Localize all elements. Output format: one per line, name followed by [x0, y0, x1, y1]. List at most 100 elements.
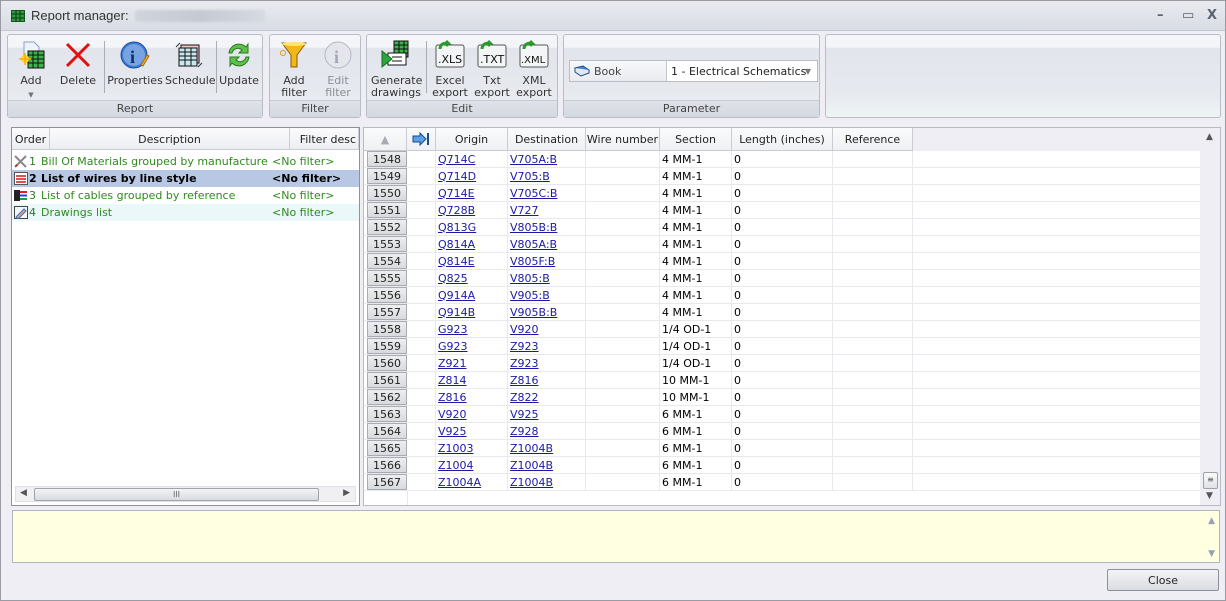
destination-link[interactable]: V805B:B: [508, 221, 557, 234]
report-row[interactable]: 3 List of cables grouped by reference <No …: [12, 187, 359, 204]
row-number[interactable]: 1567: [367, 474, 407, 490]
destination-link[interactable]: Z1004B: [508, 459, 553, 472]
row-number[interactable]: 1559: [367, 338, 407, 354]
excel-export-button[interactable]: .XLS Excel export: [431, 39, 469, 99]
message-scroll-up-icon[interactable]: ▲: [1208, 516, 1215, 526]
origin-link[interactable]: Q714E: [436, 187, 475, 200]
delete-report-button[interactable]: Delete: [58, 39, 98, 87]
row-number[interactable]: 1565: [367, 440, 407, 456]
origin-link[interactable]: Q714C: [436, 153, 475, 166]
column-header-section[interactable]: Section: [660, 128, 732, 151]
column-header-destination[interactable]: Destination: [508, 128, 586, 151]
row-number[interactable]: 1557: [367, 304, 407, 320]
origin-link[interactable]: Z816: [436, 391, 467, 404]
row-number[interactable]: 1558: [367, 321, 407, 337]
properties-button[interactable]: i Properties: [107, 39, 163, 87]
wire-row[interactable]: 1561 Z814 Z816 10 MM-1 0: [364, 372, 1200, 389]
report-row[interactable]: 4 Drawings list <No filter>: [12, 204, 359, 221]
add-report-button[interactable]: Add ▼: [16, 39, 46, 101]
origin-link[interactable]: Z1004: [436, 459, 474, 472]
wire-row[interactable]: 1559 G923 Z923 1/4 OD-1 0: [364, 338, 1200, 355]
row-number[interactable]: 1564: [367, 423, 407, 439]
wire-row[interactable]: 1550 Q714E V705C:B 4 MM-1 0: [364, 185, 1200, 202]
wire-row[interactable]: 1560 Z921 Z923 1/4 OD-1 0: [364, 355, 1200, 372]
sort-up-icon[interactable]: ▲: [364, 128, 407, 151]
destination-link[interactable]: V805A:B: [508, 238, 557, 251]
wire-row[interactable]: 1558 G923 V920 1/4 OD-1 0: [364, 321, 1200, 338]
origin-link[interactable]: Q825: [436, 272, 468, 285]
column-header-filter[interactable]: Filter desc: [290, 128, 359, 150]
origin-link[interactable]: Z1004A: [436, 476, 481, 489]
message-area[interactable]: ▲ ▼: [12, 510, 1220, 563]
row-number[interactable]: 1555: [367, 270, 407, 286]
wire-row[interactable]: 1556 Q914A V905:B 4 MM-1 0: [364, 287, 1200, 304]
row-number[interactable]: 1552: [367, 219, 407, 235]
wire-row[interactable]: 1551 Q728B V727 4 MM-1 0: [364, 202, 1200, 219]
origin-link[interactable]: V925: [436, 425, 467, 438]
schedule-button[interactable]: Schedule: [165, 39, 216, 87]
column-header-origin[interactable]: Origin: [436, 128, 508, 151]
add-filter-button[interactable]: Add filter: [276, 39, 312, 99]
column-header-description[interactable]: Description: [50, 128, 290, 150]
edit-filter-button[interactable]: i Edit filter: [320, 39, 356, 99]
minimize-button[interactable]: –: [1157, 8, 1164, 23]
origin-link[interactable]: Q814E: [436, 255, 475, 268]
close-button[interactable]: Close: [1107, 569, 1219, 591]
message-scroll-down-icon[interactable]: ▼: [1208, 549, 1215, 559]
wire-row[interactable]: 1563 V920 V925 6 MM-1 0: [364, 406, 1200, 423]
row-number[interactable]: 1550: [367, 185, 407, 201]
txt-export-button[interactable]: .TXT Txt export: [473, 39, 511, 99]
destination-link[interactable]: V905:B: [508, 289, 550, 302]
origin-link[interactable]: G923: [436, 323, 468, 336]
book-select[interactable]: 1 - Electrical Schematics ▼: [667, 61, 817, 81]
destination-link[interactable]: V805F:B: [508, 255, 555, 268]
destination-link[interactable]: Z1004B: [508, 476, 553, 489]
destination-link[interactable]: V925: [508, 408, 539, 421]
wire-row[interactable]: 1554 Q814E V805F:B 4 MM-1 0: [364, 253, 1200, 270]
scroll-right-icon[interactable]: ▶: [343, 488, 350, 498]
destination-link[interactable]: V705A:B: [508, 153, 557, 166]
xml-export-button[interactable]: .XML XML export: [515, 39, 553, 99]
generate-drawings-button[interactable]: Generate drawings: [371, 39, 422, 99]
vertical-scrollbar[interactable]: ▲ ≡ ▼: [1202, 128, 1220, 505]
row-number[interactable]: 1563: [367, 406, 407, 422]
destination-link[interactable]: Z923: [508, 340, 539, 353]
report-row[interactable]: 2 List of wires by line style <No filter>: [12, 170, 359, 187]
scroll-left-icon[interactable]: ◀: [20, 488, 27, 498]
maximize-button[interactable]: ▭: [1182, 8, 1194, 23]
wire-row[interactable]: 1555 Q825 V805:B 4 MM-1 0: [364, 270, 1200, 287]
row-number[interactable]: 1562: [367, 389, 407, 405]
origin-link[interactable]: Q714D: [436, 170, 476, 183]
origin-link[interactable]: V920: [436, 408, 467, 421]
row-number[interactable]: 1560: [367, 355, 407, 371]
column-header-wire-number[interactable]: Wire number: [586, 128, 660, 151]
row-number[interactable]: 1561: [367, 372, 407, 388]
origin-link[interactable]: Q813G: [436, 221, 476, 234]
scroll-thumb[interactable]: III: [34, 488, 319, 501]
wire-row[interactable]: 1553 Q814A V805A:B 4 MM-1 0: [364, 236, 1200, 253]
wire-row[interactable]: 1567 Z1004A Z1004B 6 MM-1 0: [364, 474, 1200, 491]
destination-link[interactable]: V805:B: [508, 272, 550, 285]
origin-link[interactable]: G923: [436, 340, 468, 353]
wire-row[interactable]: 1564 V925 Z928 6 MM-1 0: [364, 423, 1200, 440]
destination-link[interactable]: V920: [508, 323, 539, 336]
horizontal-scrollbar[interactable]: ◀ III ▶: [15, 486, 356, 502]
destination-link[interactable]: V705C:B: [508, 187, 557, 200]
row-number[interactable]: 1553: [367, 236, 407, 252]
wire-row[interactable]: 1565 Z1003 Z1004B 6 MM-1 0: [364, 440, 1200, 457]
destination-link[interactable]: V705:B: [508, 170, 550, 183]
report-row[interactable]: 1 Bill Of Materials grouped by manufactur…: [12, 153, 359, 170]
destination-link[interactable]: V727: [508, 204, 539, 217]
row-number[interactable]: 1549: [367, 168, 407, 184]
wire-row[interactable]: 1566 Z1004 Z1004B 6 MM-1 0: [364, 457, 1200, 474]
origin-link[interactable]: Z1003: [436, 442, 474, 455]
scroll-thumb[interactable]: ≡: [1203, 472, 1218, 489]
origin-link[interactable]: Q814A: [436, 238, 475, 251]
row-number[interactable]: 1548: [367, 151, 407, 167]
wire-row[interactable]: 1549 Q714D V705:B 4 MM-1 0: [364, 168, 1200, 185]
destination-link[interactable]: Z923: [508, 357, 539, 370]
destination-link[interactable]: Z928: [508, 425, 539, 438]
row-number[interactable]: 1566: [367, 457, 407, 473]
origin-link[interactable]: Z921: [436, 357, 467, 370]
destination-link[interactable]: V905B:B: [508, 306, 557, 319]
